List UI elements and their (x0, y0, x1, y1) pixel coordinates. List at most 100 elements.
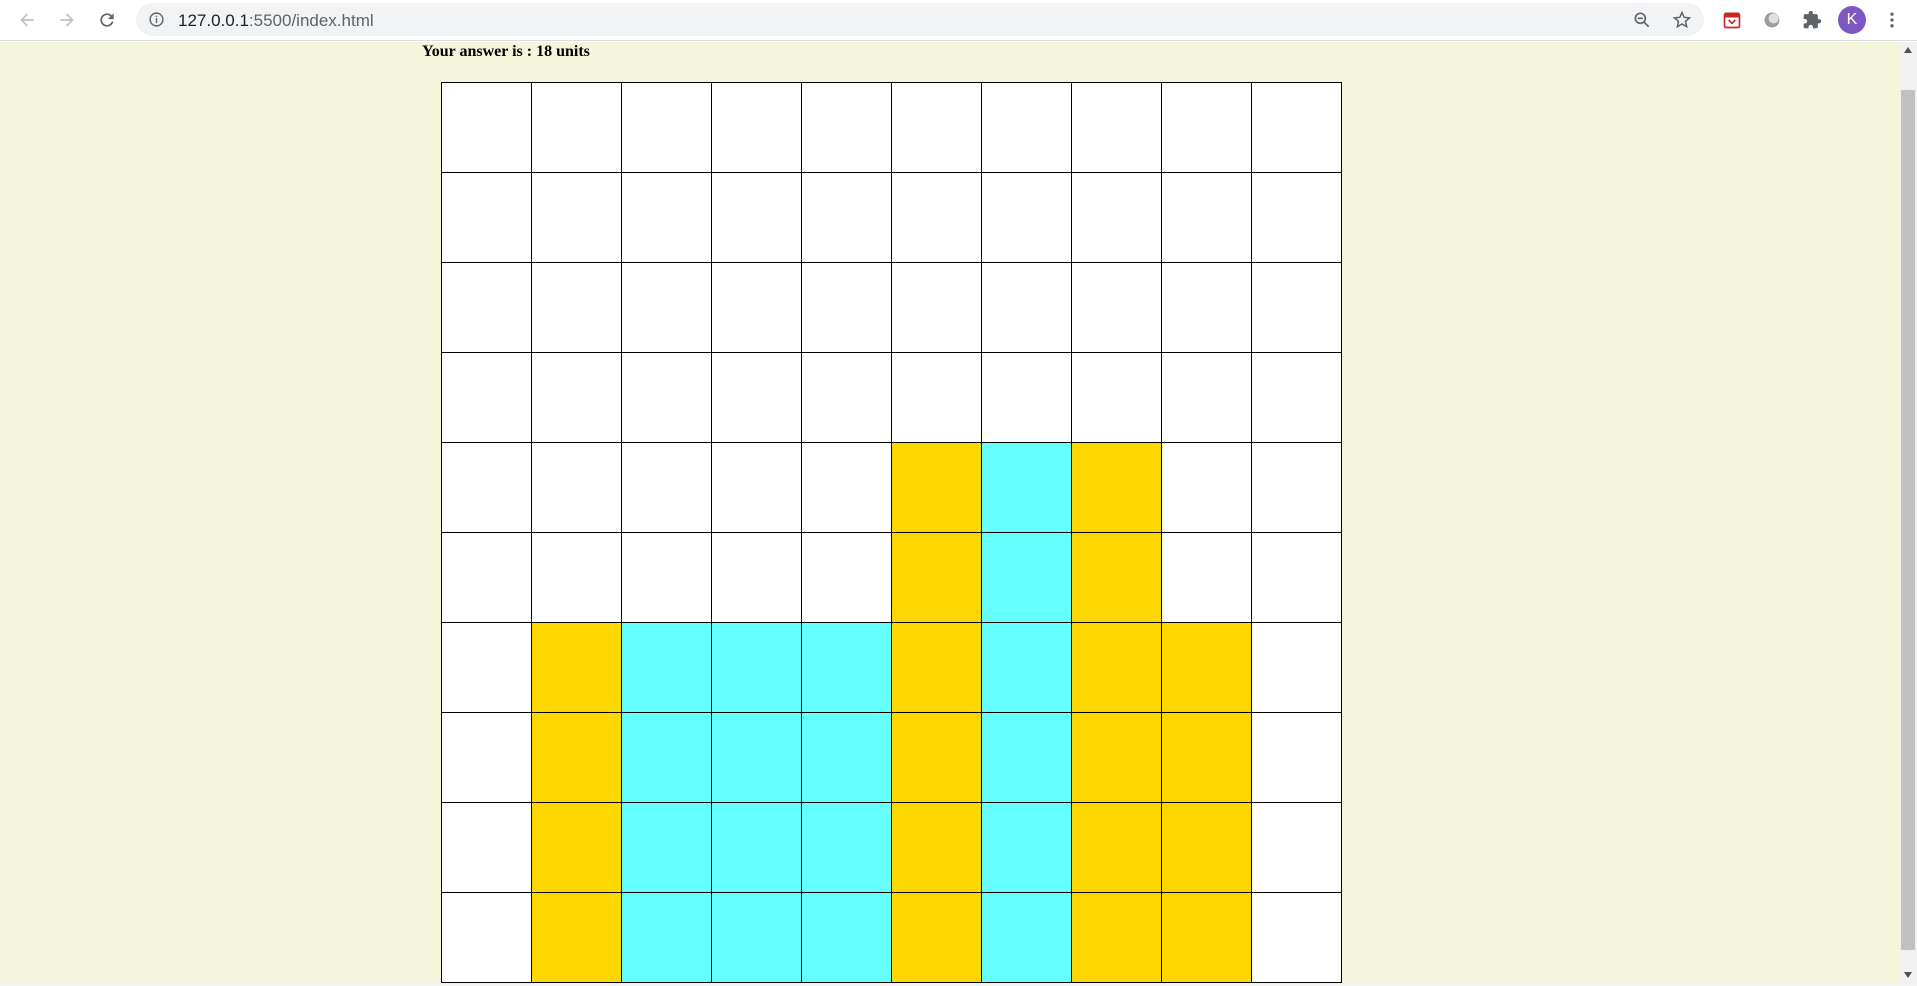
grid-cell (802, 83, 892, 173)
grid-cell (1252, 263, 1342, 353)
grid-cell (1072, 83, 1162, 173)
answer-text: Your answer is : 18 units (422, 43, 590, 60)
grid-cell (1252, 533, 1342, 623)
info-icon[interactable] (148, 11, 165, 28)
grid-cell (1162, 443, 1252, 533)
grid-cell (622, 83, 712, 173)
grid-cell (442, 623, 532, 713)
grid-cell (1162, 623, 1252, 713)
grid-cell (532, 623, 622, 713)
grid-cell (892, 533, 982, 623)
grid-cell (712, 83, 802, 173)
grid-cell (1162, 353, 1252, 443)
grid-cell (1252, 623, 1342, 713)
grid-cell (892, 443, 982, 533)
grid-cell (982, 353, 1072, 443)
grid-cell (1072, 263, 1162, 353)
calendar-extension-icon (1723, 12, 1741, 29)
grid-cell (442, 803, 532, 893)
grid-cell (802, 263, 892, 353)
grid-cell (622, 443, 712, 533)
back-button[interactable] (13, 6, 41, 34)
zoom-out-icon[interactable] (1632, 10, 1652, 30)
grid-cell (1162, 893, 1252, 983)
grid-cell (1072, 173, 1162, 263)
grid-cell (802, 443, 892, 533)
grid-cell (982, 173, 1072, 263)
grid-cell (442, 83, 532, 173)
grid-cell (712, 623, 802, 713)
grid-cell (1072, 623, 1162, 713)
calendar-extension-button[interactable] (1720, 8, 1744, 32)
grid-cell (532, 803, 622, 893)
grid-cell (892, 83, 982, 173)
grid-cell (1162, 263, 1252, 353)
grid-cell (802, 713, 892, 803)
grid-cell (892, 623, 982, 713)
grid-cell (712, 533, 802, 623)
grid-cell (1252, 803, 1342, 893)
grid-cell (1072, 443, 1162, 533)
grid-cell (442, 443, 532, 533)
scroll-up-arrow-icon[interactable] (1899, 42, 1917, 58)
forward-button[interactable] (53, 6, 81, 34)
grid-cell (982, 623, 1072, 713)
grid-cell (622, 533, 712, 623)
grid-cell (622, 263, 712, 353)
grid-cell (802, 623, 892, 713)
grid-cell (892, 353, 982, 443)
grid-cell (802, 893, 892, 983)
star-icon[interactable] (1672, 10, 1692, 30)
grid-cell (982, 533, 1072, 623)
grid-cell (982, 893, 1072, 983)
more-vert-icon (1890, 12, 1894, 28)
vertical-scrollbar[interactable] (1899, 42, 1917, 983)
profile-avatar[interactable]: K (1838, 6, 1866, 34)
grid-cell (1162, 83, 1252, 173)
grid-cell (712, 713, 802, 803)
grid-cell (1252, 83, 1342, 173)
circle-extension-button[interactable] (1760, 8, 1784, 32)
extensions-button[interactable] (1800, 8, 1824, 32)
grid-cell (982, 263, 1072, 353)
grid-cell (892, 803, 982, 893)
grid-cell (532, 83, 622, 173)
grid-cell (802, 803, 892, 893)
grid-cell (712, 893, 802, 983)
browser-toolbar: 127.0.0.1:5500/index.html K (0, 0, 1917, 41)
grid-cell (1072, 803, 1162, 893)
grid-cell (442, 713, 532, 803)
grid-cell (532, 713, 622, 803)
scroll-thumb[interactable] (1901, 90, 1915, 950)
url-path: :5500/index.html (248, 11, 374, 30)
reload-button[interactable] (93, 6, 121, 34)
grid-cell (442, 893, 532, 983)
grid-cell (622, 803, 712, 893)
reload-icon (100, 13, 114, 27)
grid-cell (622, 893, 712, 983)
url-host: 127.0.0.1 (178, 11, 249, 30)
menu-button[interactable] (1880, 8, 1904, 32)
circle-extension-icon (1764, 12, 1780, 28)
grid-cell (1162, 533, 1252, 623)
address-bar[interactable]: 127.0.0.1:5500/index.html (136, 3, 1704, 36)
page-viewport: Your answer is : 18 units (0, 42, 1899, 983)
grid-cell (1072, 353, 1162, 443)
grid-cell (1162, 803, 1252, 893)
grid-cell (982, 713, 1072, 803)
grid-cell (982, 83, 1072, 173)
grid-cell (1072, 713, 1162, 803)
scroll-down-arrow-icon[interactable] (1899, 967, 1917, 983)
grid-cell (712, 803, 802, 893)
grid-cell (622, 623, 712, 713)
grid-cell (1252, 173, 1342, 263)
url-text[interactable]: 127.0.0.1:5500/index.html (178, 11, 374, 31)
grid-cell (802, 353, 892, 443)
grid-cell (1252, 353, 1342, 443)
grid-cell (622, 173, 712, 263)
grid-cell (442, 533, 532, 623)
grid-cell (1252, 893, 1342, 983)
grid-cell (1162, 713, 1252, 803)
grid-cell (892, 893, 982, 983)
grid-cell (1162, 173, 1252, 263)
